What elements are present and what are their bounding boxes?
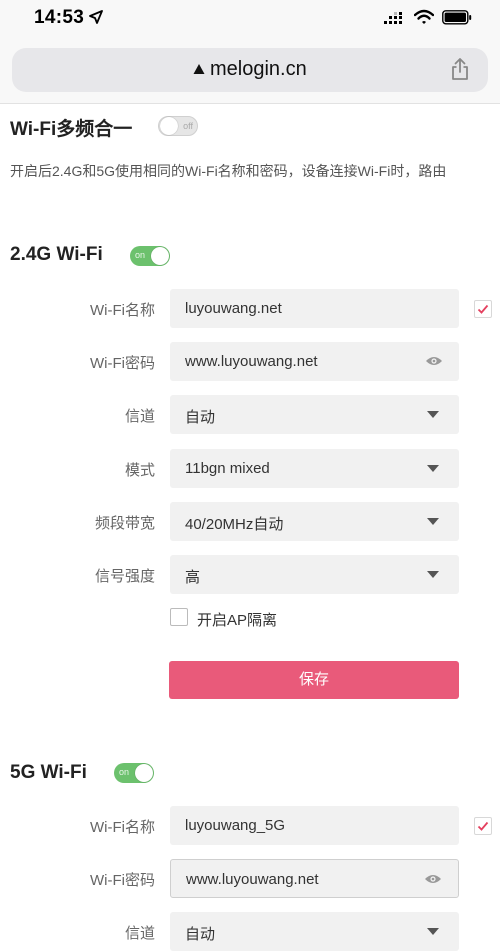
- band-24-power-value: 高: [185, 569, 201, 586]
- chevron-down-icon: [427, 465, 439, 472]
- multi-band-description: 开启后2.4G和5G使用相同的Wi-Fi名称和密码，设备连接Wi-Fi时，路由: [10, 163, 447, 179]
- band-24-ssid-checkbox[interactable]: [474, 300, 492, 318]
- band-24-ssid-input[interactable]: luyouwang.net: [170, 289, 459, 328]
- chevron-down-icon: [427, 411, 439, 418]
- chevron-down-icon: [427, 571, 439, 578]
- band-24-bandwidth-select[interactable]: 40/20MHz自动: [170, 502, 459, 541]
- ap-isolation-label[interactable]: 开启AP隔离: [197, 609, 277, 630]
- location-arrow-icon: [89, 10, 103, 24]
- band-24-bandwidth-value: 40/20MHz自动: [185, 516, 284, 533]
- eye-icon[interactable]: [424, 872, 442, 886]
- chevron-down-icon: [427, 518, 439, 525]
- band-5-password-input[interactable]: www.luyouwang.net: [170, 859, 459, 898]
- band-24-toggle[interactable]: on: [130, 246, 170, 266]
- url-text[interactable]: melogin.cn: [210, 58, 307, 81]
- eye-icon[interactable]: [425, 354, 443, 368]
- wifi-signal-icon: [414, 9, 434, 24]
- band-24-password-label: Wi-Fi密码: [90, 355, 155, 372]
- band-5-ssid-label: Wi-Fi名称: [90, 819, 155, 836]
- status-bar: 14:53: [0, 0, 500, 38]
- band-5-title: 5G Wi-Fi: [10, 762, 87, 783]
- battery-icon: [442, 10, 472, 25]
- band-5-channel-value: 自动: [185, 926, 216, 943]
- band-24-power-label: 信号强度: [94, 568, 155, 585]
- save-button[interactable]: 保存: [169, 661, 459, 699]
- band-24-mode-label: 模式: [124, 462, 155, 479]
- toggle-on-label: on: [119, 767, 130, 777]
- band-24-channel-select[interactable]: 自动: [170, 395, 459, 434]
- band-24-title: 2.4G Wi-Fi: [10, 244, 103, 265]
- band-5-channel-label: 信道: [124, 925, 155, 942]
- ap-isolation-checkbox[interactable]: [170, 608, 188, 626]
- lock-icon: [193, 64, 205, 74]
- band-24-mode-value: 11bgn mixed: [185, 460, 270, 477]
- multi-band-toggle[interactable]: off: [158, 116, 198, 136]
- toggle-off-label: off: [183, 121, 193, 131]
- address-bar[interactable]: melogin.cn: [12, 48, 488, 92]
- band-24-mode-select[interactable]: 11bgn mixed: [170, 449, 459, 488]
- band-24-power-select[interactable]: 高: [170, 555, 459, 594]
- band-24-ssid-label: Wi-Fi名称: [90, 302, 155, 319]
- toggle-on-label: on: [135, 250, 146, 260]
- band-24-ssid-value: luyouwang.net: [185, 300, 282, 317]
- band-5-ssid-input[interactable]: luyouwang_5G: [170, 806, 459, 845]
- band-5-channel-select[interactable]: 自动: [170, 912, 459, 951]
- browser-toolbar: melogin.cn: [0, 38, 500, 104]
- multi-band-title: Wi-Fi多频合一: [10, 119, 133, 140]
- check-icon: [477, 304, 489, 314]
- chevron-down-icon: [427, 928, 439, 935]
- band-24-password-value: www.luyouwang.net: [185, 353, 318, 370]
- band-5-ssid-checkbox[interactable]: [474, 817, 492, 835]
- toggle-knob: [160, 117, 178, 135]
- status-time: 14:53: [34, 7, 85, 28]
- band-5-ssid-value: luyouwang_5G: [185, 817, 286, 834]
- band-24-channel-value: 自动: [185, 409, 216, 426]
- check-icon: [477, 821, 489, 831]
- toggle-knob: [151, 247, 169, 265]
- toggle-knob: [135, 764, 153, 782]
- band-24-password-input[interactable]: www.luyouwang.net: [170, 342, 459, 381]
- band-5-toggle[interactable]: on: [114, 763, 154, 783]
- band-24-channel-label: 信道: [124, 408, 155, 425]
- band-24-bandwidth-label: 频段带宽: [94, 515, 155, 532]
- band-5-password-label: Wi-Fi密码: [90, 872, 155, 889]
- band-5-password-value: www.luyouwang.net: [186, 871, 319, 888]
- share-icon[interactable]: [450, 57, 470, 81]
- cellular-signal-icon: [384, 12, 402, 24]
